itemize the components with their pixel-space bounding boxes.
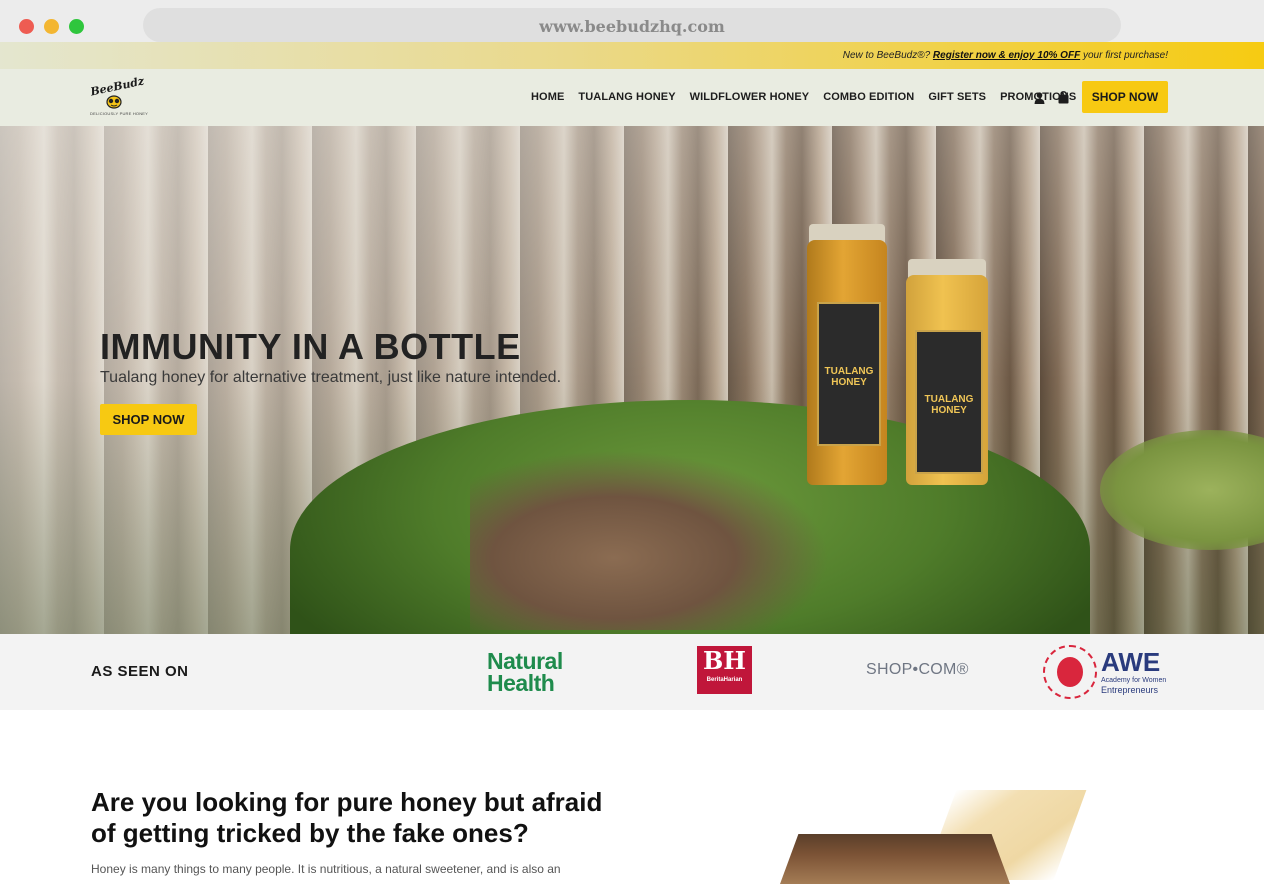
register-link[interactable]: Register now & enjoy 10% OFF xyxy=(933,50,1080,61)
nav-tualang-honey[interactable]: TUALANG HONEY xyxy=(578,91,675,103)
logo-tagline: DELICIOUSLY PURE HONEY xyxy=(90,111,149,116)
announcement-suffix: your first purchase! xyxy=(1080,50,1168,61)
bh-letters: BH xyxy=(703,646,746,675)
maximize-window-button[interactable] xyxy=(69,19,84,34)
jar-label: TUALANG HONEY xyxy=(817,302,881,446)
user-icon[interactable] xyxy=(1034,92,1045,104)
natural-health-line2: Health xyxy=(487,670,555,696)
announcement-bar: New to BeeBudz®? Register now & enjoy 10… xyxy=(0,42,1264,69)
hero-shop-now-button[interactable]: SHOP NOW xyxy=(100,404,197,435)
nav-combo-edition[interactable]: COMBO EDITION xyxy=(823,91,914,103)
announcement-prefix: New to BeeBudz®? xyxy=(842,50,933,61)
awe-subtitle-2: Entrepreneurs xyxy=(1101,685,1159,695)
awe-wordmark: AWE xyxy=(1101,647,1161,677)
as-seen-on-label: AS SEEN ON xyxy=(91,663,189,680)
dry-leaves xyxy=(470,450,830,630)
berita-harian-logo[interactable]: BH BeritaHarian xyxy=(697,646,752,694)
minimize-window-button[interactable] xyxy=(44,19,59,34)
awe-subtitle-1: Academy for Women xyxy=(1101,677,1167,684)
hero-title: IMMUNITY IN A BOTTLE xyxy=(100,326,521,367)
awe-emblem-figures xyxy=(1057,657,1083,687)
section-decorative-image xyxy=(780,790,1100,884)
shop-com-logo[interactable]: SHOP•COM® xyxy=(866,661,969,679)
browser-chrome: www.beebudzhq.com xyxy=(0,0,1264,42)
header-shop-now-button[interactable]: SHOP NOW xyxy=(1082,81,1168,113)
nav-home[interactable]: HOME xyxy=(531,91,564,103)
bh-wordmark: BeritaHarian xyxy=(706,677,743,683)
jar-label: TUALANG HONEY xyxy=(915,330,983,474)
awe-logo[interactable]: AWE Academy for Women Entrepreneurs xyxy=(1043,645,1168,700)
section-heading: Are you looking for pure honey but afrai… xyxy=(91,787,603,848)
natural-health-line1: Natural xyxy=(487,648,563,674)
close-window-button[interactable] xyxy=(19,19,34,34)
site-logo[interactable]: BeeBudz DELICIOUSLY PURE HONEY xyxy=(86,74,148,120)
hero-subtitle: Tualang honey for alternative treatment,… xyxy=(100,369,562,386)
honey-shop-photo xyxy=(780,834,1010,884)
shopping-bag-icon[interactable] xyxy=(1058,91,1069,104)
address-bar[interactable]: www.beebudzhq.com xyxy=(143,8,1121,42)
bee-icon xyxy=(106,95,122,109)
main-nav: HOME TUALANG HONEY WILDFLOWER HONEY COMB… xyxy=(531,91,1076,103)
announcement-text: New to BeeBudz®? Register now & enjoy 10… xyxy=(843,50,1168,61)
nav-gift-sets[interactable]: GIFT SETS xyxy=(928,91,986,103)
jar-label-text: TUALANG HONEY xyxy=(824,366,874,388)
nav-wildflower-honey[interactable]: WILDFLOWER HONEY xyxy=(690,91,810,103)
jar-label-text: TUALANG HONEY xyxy=(924,394,974,416)
natural-health-logo[interactable]: Natural Health xyxy=(487,648,563,696)
